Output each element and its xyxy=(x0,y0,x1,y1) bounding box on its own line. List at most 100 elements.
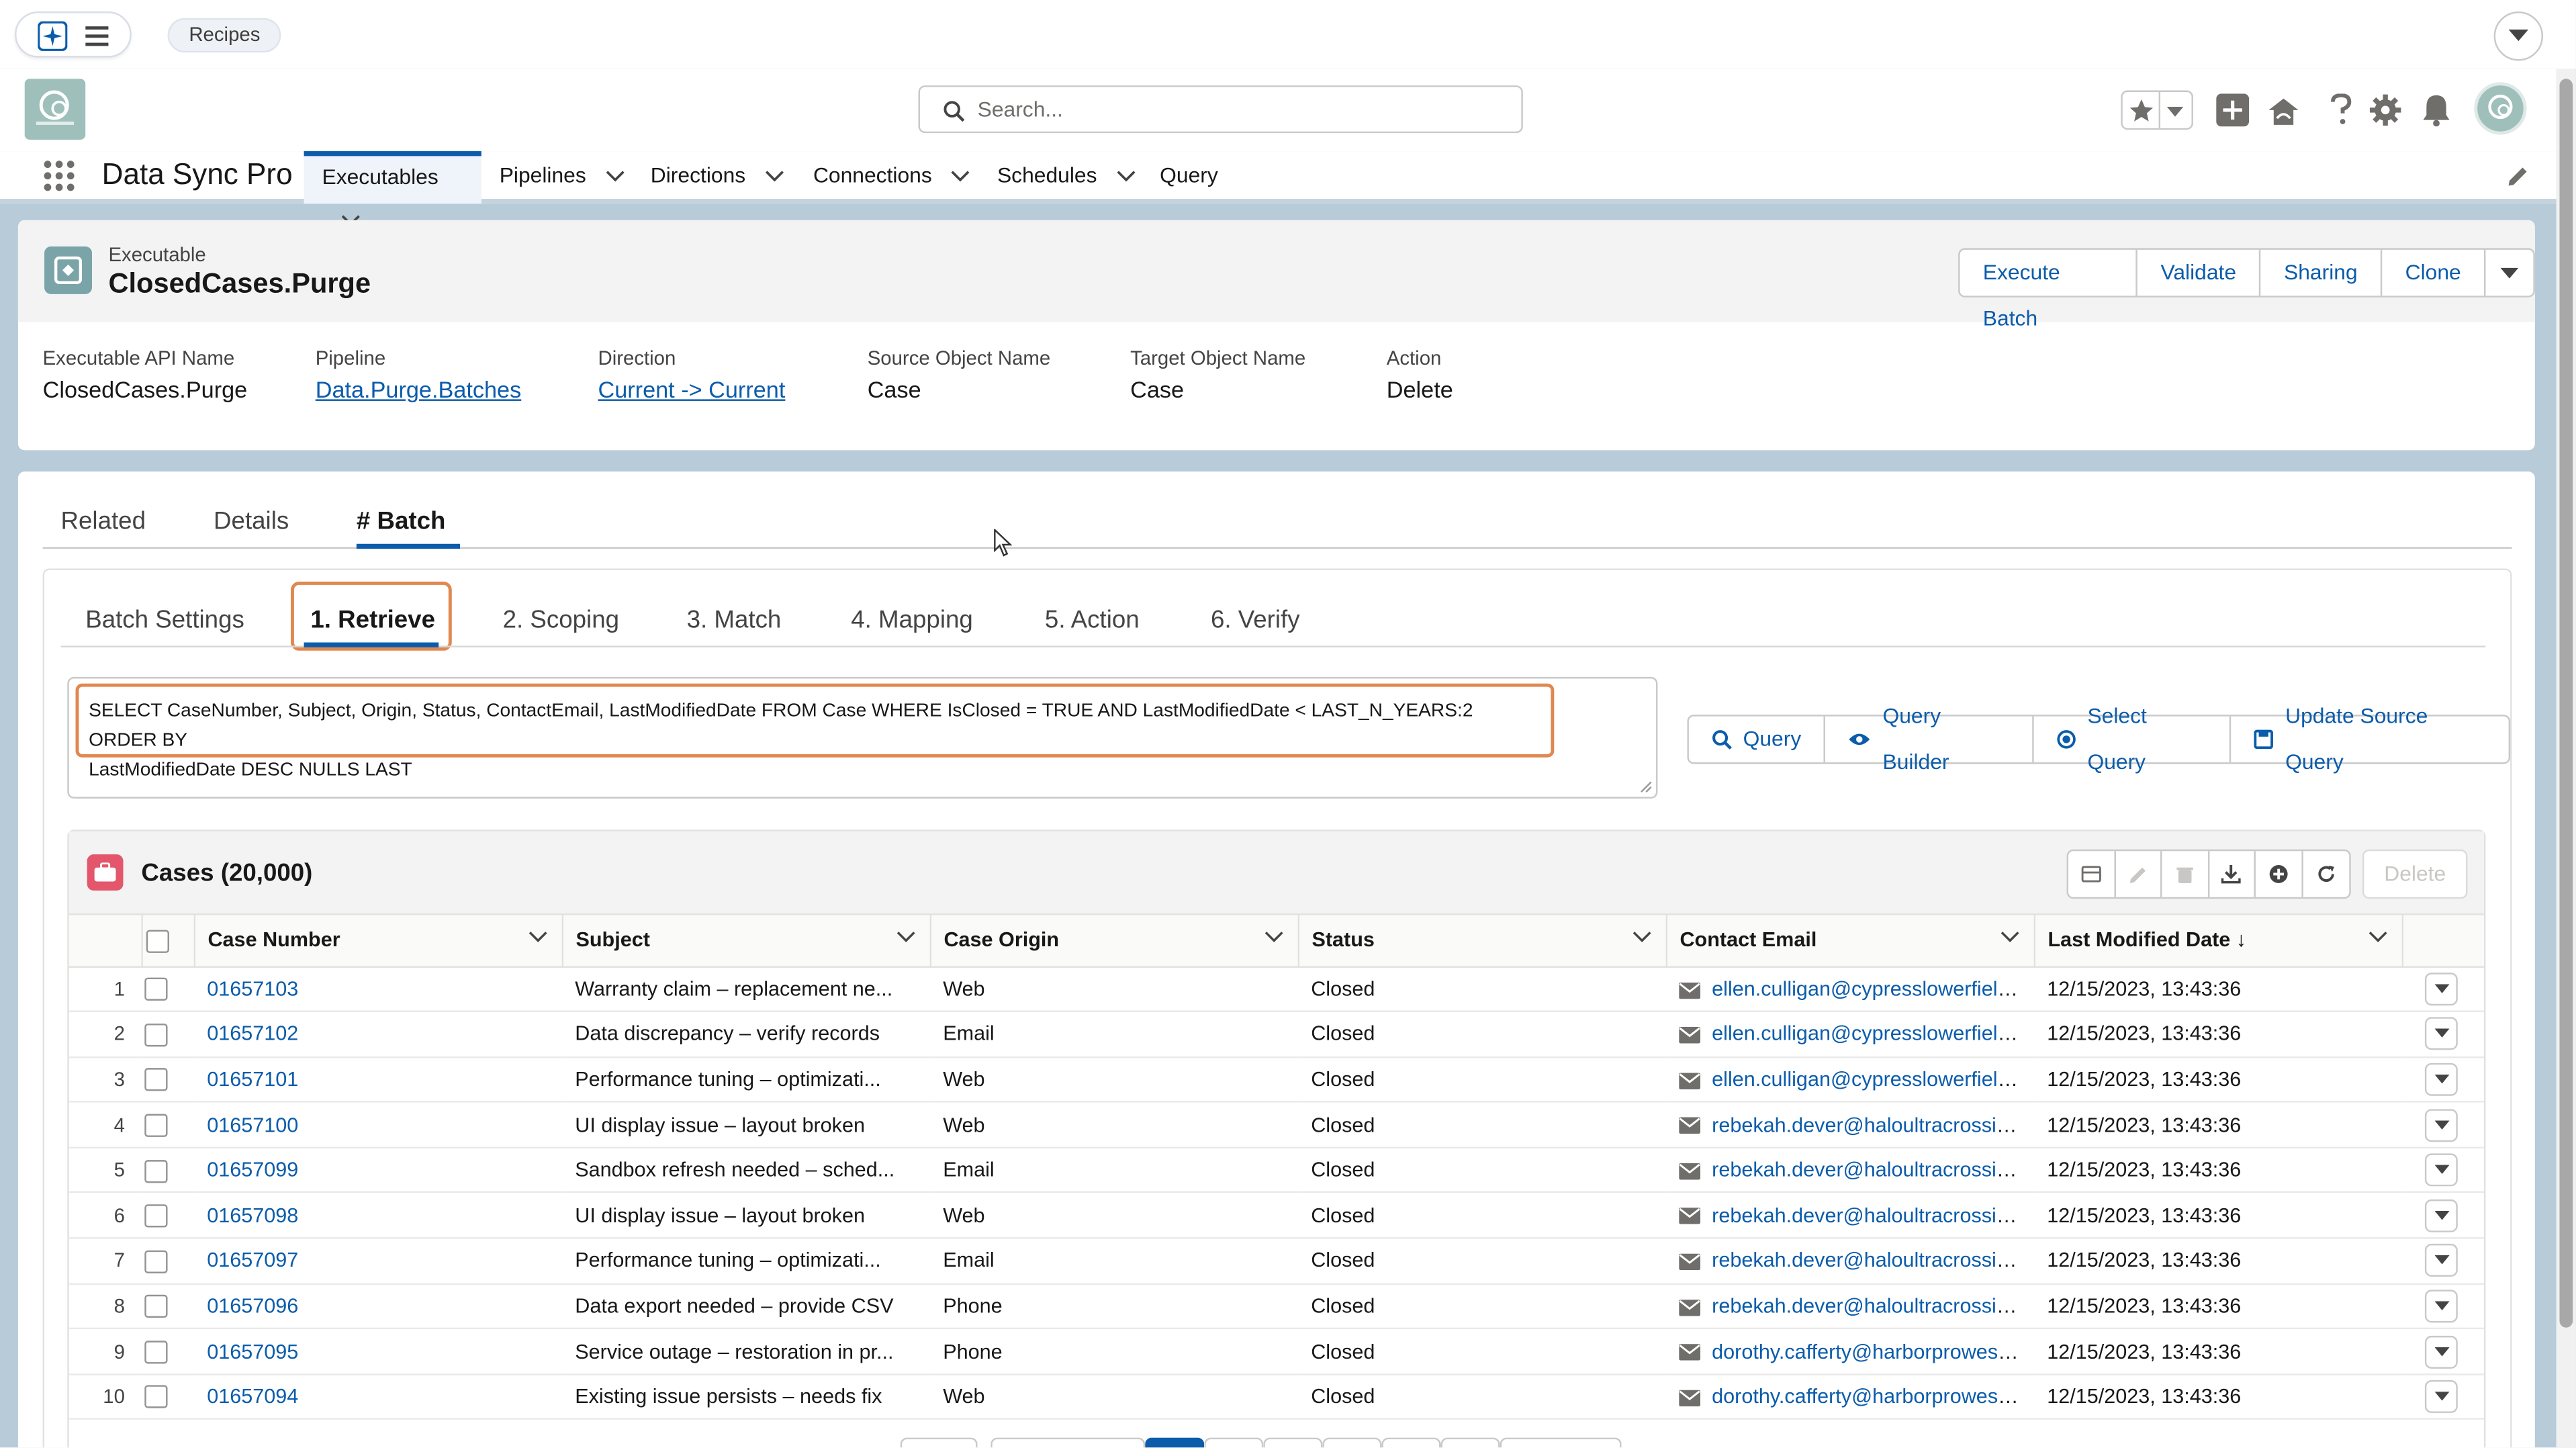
contact-email-link[interactable]: rebekah.dever@haloultracrossing.... xyxy=(1712,1114,2033,1136)
tab-batch[interactable]: # Batch xyxy=(357,508,446,536)
field-link-pipeline[interactable]: Data.Purge.Batches xyxy=(316,376,522,402)
row-checkbox[interactable] xyxy=(144,1023,168,1046)
row-checkbox[interactable] xyxy=(144,1114,168,1137)
row-actions-button[interactable] xyxy=(2424,1017,2458,1051)
chevron-down-icon[interactable] xyxy=(2000,932,2019,943)
contact-email-link[interactable]: dorothy.cafferty@harborprowest.... xyxy=(1712,1340,2026,1363)
nav-item-query[interactable]: Query xyxy=(1142,151,1236,203)
add-icon[interactable] xyxy=(2216,93,2250,127)
column-header-case-number[interactable]: Case Number xyxy=(193,915,563,967)
app-switcher-button[interactable] xyxy=(15,11,132,58)
column-header-subject[interactable]: Subject xyxy=(561,915,931,967)
tab-mapping[interactable]: 4. Mapping xyxy=(851,606,973,635)
favorites-button[interactable] xyxy=(2121,90,2193,130)
nav-item-directions[interactable]: Directions xyxy=(633,151,801,203)
pager-button[interactable] xyxy=(991,1437,1146,1448)
delete-button[interactable]: Delete xyxy=(2362,849,2468,899)
tab-action[interactable]: 5. Action xyxy=(1045,606,1140,635)
clone-button[interactable]: Clone xyxy=(2382,249,2486,296)
row-actions-button[interactable] xyxy=(2424,1289,2458,1323)
nav-item-connections[interactable]: Connections xyxy=(795,151,988,203)
case-number-link[interactable]: 01657100 xyxy=(207,1114,298,1136)
tab-scoping[interactable]: 2. Scoping xyxy=(503,606,619,635)
refresh-icon[interactable] xyxy=(2303,851,2350,897)
row-actions-button[interactable] xyxy=(2424,1244,2458,1277)
select-query-button[interactable]: Select Query xyxy=(2034,703,2232,774)
row-checkbox[interactable] xyxy=(144,1295,168,1318)
chevron-down-icon[interactable] xyxy=(1116,171,1135,183)
resize-handle-icon[interactable] xyxy=(1640,780,1653,794)
tab-related[interactable]: Related xyxy=(61,508,146,536)
pager-page[interactable] xyxy=(1263,1437,1323,1448)
query-button[interactable]: Query xyxy=(1689,716,1826,763)
case-number-link[interactable]: 01657096 xyxy=(207,1295,298,1318)
pager-page[interactable] xyxy=(1440,1437,1500,1448)
pager-page[interactable] xyxy=(1381,1437,1441,1448)
field-link-direction[interactable]: Current -> Current xyxy=(598,376,785,402)
chevron-down-icon[interactable] xyxy=(528,932,547,943)
contact-email-link[interactable]: ellen.culligan@cypresslowerfield.c... xyxy=(1712,1023,2033,1046)
case-number-link[interactable]: 01657103 xyxy=(207,977,298,1000)
nav-item-pipelines[interactable]: Pipelines xyxy=(481,151,642,203)
trash-icon[interactable] xyxy=(2162,851,2209,897)
case-number-link[interactable]: 01657099 xyxy=(207,1159,298,1181)
case-number-link[interactable]: 01657095 xyxy=(207,1340,298,1363)
add-circle-icon[interactable] xyxy=(2256,851,2303,897)
validate-button[interactable]: Validate xyxy=(2137,249,2261,296)
nav-item-executables[interactable]: Executables xyxy=(304,151,481,226)
row-actions-button[interactable] xyxy=(2424,972,2458,1005)
case-number-link[interactable]: 01657102 xyxy=(207,1023,298,1046)
tab-batch-settings[interactable]: Batch Settings xyxy=(85,606,244,635)
case-number-link[interactable]: 01657101 xyxy=(207,1068,298,1091)
contact-email-link[interactable]: rebekah.dever@haloultracrossing.... xyxy=(1712,1204,2033,1227)
row-checkbox[interactable] xyxy=(144,1340,168,1364)
chevron-down-icon[interactable] xyxy=(765,171,784,183)
row-checkbox[interactable] xyxy=(144,977,168,1001)
row-actions-button[interactable] xyxy=(2424,1199,2458,1232)
nav-item-schedules[interactable]: Schedules xyxy=(979,151,1153,203)
pager-page[interactable] xyxy=(1322,1437,1382,1448)
row-actions-button[interactable] xyxy=(2424,1334,2458,1368)
column-header-contact-email[interactable]: Contact Email xyxy=(1665,915,2035,967)
bell-icon[interactable] xyxy=(2420,93,2453,127)
row-actions-button[interactable] xyxy=(2424,1153,2458,1187)
edit-pencil-icon[interactable] xyxy=(2115,851,2162,897)
case-number-link[interactable]: 01657094 xyxy=(207,1386,298,1408)
chevron-down-icon[interactable] xyxy=(896,932,915,943)
tab-match[interactable]: 3. Match xyxy=(687,606,782,635)
case-number-link[interactable]: 01657098 xyxy=(207,1204,298,1227)
row-checkbox[interactable] xyxy=(144,1249,168,1273)
trailhead-icon[interactable] xyxy=(2267,95,2300,128)
help-icon[interactable] xyxy=(2325,93,2358,126)
row-checkbox[interactable] xyxy=(144,1204,168,1228)
recipes-pill[interactable]: Recipes xyxy=(167,17,282,53)
org-logo[interactable] xyxy=(24,79,86,140)
update-source-query-button[interactable]: Update Source Query xyxy=(2232,703,2508,774)
pager-current-page[interactable] xyxy=(1145,1437,1205,1448)
chevron-down-icon[interactable] xyxy=(952,171,970,183)
pager-button[interactable] xyxy=(1500,1437,1622,1448)
contact-email-link[interactable]: rebekah.dever@haloultracrossing.... xyxy=(1712,1249,2033,1272)
row-actions-button[interactable] xyxy=(2424,1380,2458,1414)
column-header-last-modified-date[interactable]: Last Modified Date ↓ xyxy=(2033,915,2403,967)
contact-email-link[interactable]: ellen.culligan@cypresslowerfield.c... xyxy=(1712,977,2033,1000)
tab-verify[interactable]: 6. Verify xyxy=(1211,606,1300,635)
user-avatar[interactable] xyxy=(2474,82,2527,135)
query-builder-button[interactable]: Query Builder xyxy=(1826,703,2034,774)
case-number-link[interactable]: 01657097 xyxy=(207,1249,298,1272)
tab-retrieve[interactable]: 1. Retrieve xyxy=(310,606,435,635)
column-header-case-origin[interactable]: Case Origin xyxy=(929,915,1299,967)
row-checkbox[interactable] xyxy=(144,1159,168,1183)
chevron-down-icon[interactable] xyxy=(1264,932,1283,943)
select-all-checkbox[interactable] xyxy=(145,929,169,952)
contact-email-link[interactable]: rebekah.dever@haloultracrossing.... xyxy=(1712,1159,2033,1181)
utility-dropdown-button[interactable] xyxy=(2493,11,2544,61)
global-search-input[interactable]: Search... xyxy=(918,85,1523,134)
contact-email-link[interactable]: dorothy.cafferty@harborprowest.... xyxy=(1712,1386,2026,1408)
column-header-status[interactable]: Status xyxy=(1297,915,1667,967)
display-as-icon[interactable] xyxy=(2068,851,2115,897)
row-actions-button[interactable] xyxy=(2424,1062,2458,1096)
sharing-button[interactable]: Sharing xyxy=(2261,249,2383,296)
chevron-down-icon[interactable] xyxy=(606,171,625,183)
tab-details[interactable]: Details xyxy=(214,508,289,536)
